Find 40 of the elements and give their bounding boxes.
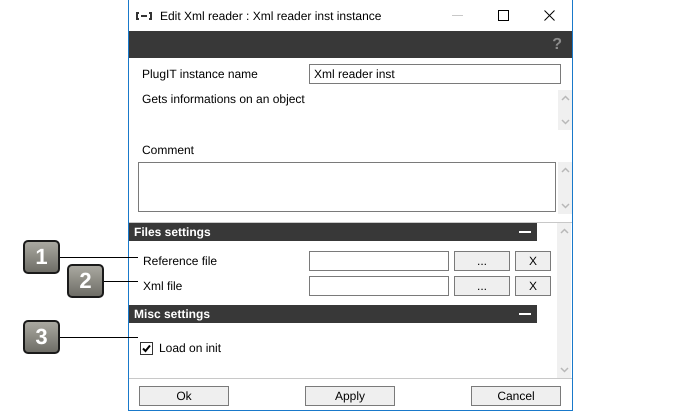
field-label: Comment [141,142,196,159]
callout-number: 2 [67,264,104,298]
checkbox-label: Load on init [159,341,222,355]
chevron-down-icon[interactable] [560,367,568,373]
file-path-field[interactable] [309,251,449,271]
browse-button[interactable]: ... [454,251,510,271]
dialog-button[interactable]: Apply [305,386,395,406]
scrollbar[interactable] [558,90,572,130]
field-label: Reference file [142,254,218,268]
chevron-up-icon[interactable] [560,167,570,173]
checkbox[interactable] [140,342,153,354]
callout-number: 1 [23,240,60,274]
leader-line [104,280,138,282]
scrollbar[interactable] [557,223,571,378]
chevron-down-icon[interactable] [560,203,570,209]
close-icon[interactable] [544,10,554,21]
dialog-button[interactable]: Cancel [471,386,561,406]
section-title: Files settings [134,225,211,239]
comment-field[interactable] [138,162,556,212]
file-path-field[interactable] [309,276,449,296]
section-header[interactable]: Misc settings [129,305,537,323]
section-title: Misc settings [134,307,210,321]
instance-name-field[interactable]: Xml reader inst [309,64,561,84]
chevron-up-icon[interactable] [560,228,568,234]
field-label: PlugIT instance name [142,67,259,81]
callout-number: 3 [23,320,60,354]
scrollbar[interactable] [558,162,572,214]
browse-button[interactable]: ... [454,276,510,296]
clear-button[interactable]: X [515,276,551,296]
window-title: Edit Xml reader : Xml reader inst instance [160,8,382,22]
maximize-icon[interactable] [498,10,508,21]
section-header[interactable]: Files settings [129,223,537,241]
clear-button[interactable]: X [515,251,551,271]
field-label: Xml file [142,279,184,293]
minimize-icon[interactable] [452,15,462,16]
app-logo-icon [136,12,152,20]
chevron-down-icon[interactable] [560,119,570,125]
description-text: Gets informations on an object [141,91,306,108]
chevron-up-icon[interactable] [560,95,570,101]
dialog-button[interactable]: Ok [139,386,229,406]
